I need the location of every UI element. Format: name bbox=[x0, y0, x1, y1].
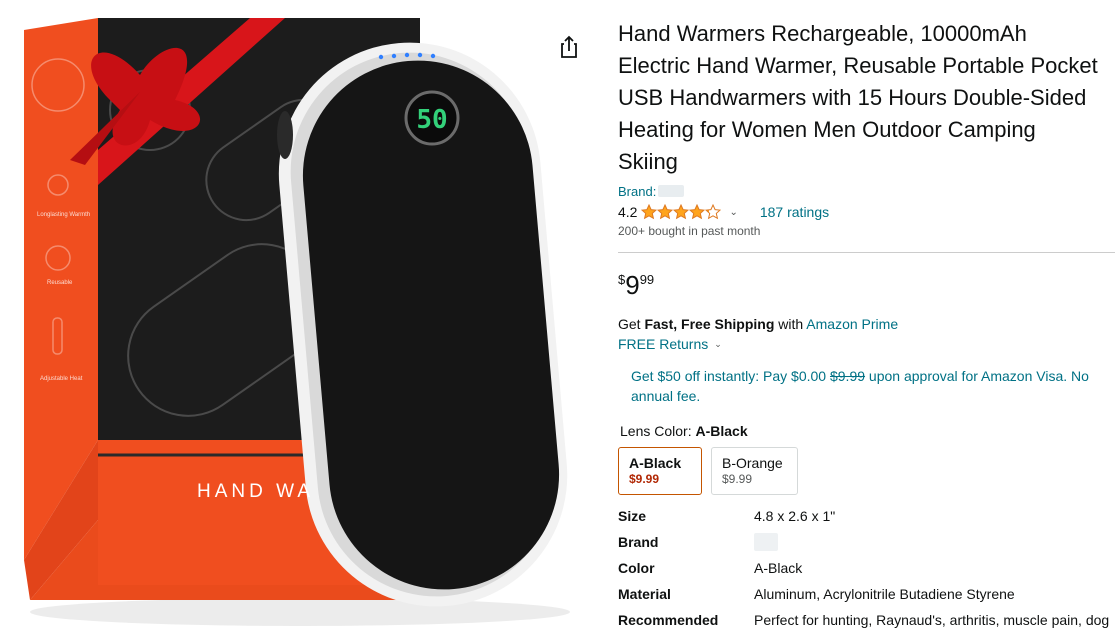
shipping-bold: Fast, Free Shipping bbox=[644, 316, 775, 332]
shipping-info: Get Fast, Free Shipping with Amazon Prim… bbox=[618, 314, 1115, 334]
box-feature-3: Adjustable Heat bbox=[40, 376, 83, 382]
brand-value-redacted bbox=[754, 533, 778, 552]
variation-label: Lens Color: A-Black bbox=[620, 423, 1115, 443]
product-main-image[interactable]: 50 HAND WA Longlasting Warmth Reusable A… bbox=[0, 0, 600, 633]
box-feature-1: Longlasting Warmth bbox=[37, 212, 90, 218]
spec-key: Color bbox=[618, 560, 655, 576]
star-icon bbox=[689, 204, 706, 220]
spec-value bbox=[754, 533, 778, 552]
product-title: Hand Warmers Rechargeable, 10000mAh Elec… bbox=[618, 21, 1098, 174]
product-info: Hand Warmers Rechargeable, 10000mAh Elec… bbox=[618, 18, 1115, 633]
bought-past-month: 200+ bought in past month bbox=[618, 224, 761, 238]
spec-value: Aluminum, Acrylonitrile Butadiene Styren… bbox=[754, 586, 1015, 602]
brand-label: Brand: bbox=[618, 183, 657, 199]
rating-row: 4.2 ⌄ 187 ratings bbox=[618, 201, 1115, 223]
star-icon bbox=[657, 204, 674, 220]
box-brand-text: HAND WA bbox=[197, 481, 314, 502]
star-icon bbox=[641, 204, 658, 220]
chevron-down-icon[interactable]: ⌄ bbox=[729, 207, 737, 218]
chevron-down-icon: ⌄ bbox=[714, 338, 722, 349]
brand-name-redacted bbox=[658, 185, 685, 197]
swatch-b-orange[interactable]: B-Orange $9.99 bbox=[711, 447, 798, 495]
spec-row: Brand bbox=[618, 529, 1115, 555]
brand-link[interactable]: Brand: bbox=[618, 182, 1115, 200]
star-icon bbox=[673, 204, 690, 220]
swatch-name: A-Black bbox=[629, 455, 682, 471]
free-returns-link[interactable]: FREE Returns ⌄ bbox=[618, 334, 1115, 354]
promo-struck-price: $9.99 bbox=[829, 368, 866, 384]
spec-key: Size bbox=[618, 508, 647, 524]
variation-swatches: A-Black $9.99 B-Orange $9.99 bbox=[618, 447, 1115, 495]
price: $ 9 99 bbox=[618, 272, 1115, 300]
share-icon[interactable] bbox=[556, 34, 582, 60]
price-whole: 9 bbox=[625, 270, 640, 300]
display-number: 50 bbox=[416, 105, 447, 135]
shipping-middle: with bbox=[778, 316, 804, 332]
box-feature-2: Reusable bbox=[47, 280, 73, 286]
promo-part1: Get $50 off instantly: Pay $0.00 bbox=[631, 368, 827, 384]
ratings-count-link[interactable]: 187 ratings bbox=[760, 204, 829, 220]
product-photo: 50 HAND WA Longlasting Warmth Reusable A… bbox=[24, 18, 570, 626]
spec-value: 4.8 x 2.6 x 1" bbox=[754, 508, 836, 524]
visa-promo-link[interactable]: Get $50 off instantly: Pay $0.00 $9.99 u… bbox=[631, 366, 1111, 406]
divider bbox=[618, 252, 1115, 253]
returns-label: FREE Returns bbox=[618, 336, 709, 352]
product-specs: Size 4.8 x 2.6 x 1" Brand Color A-Black … bbox=[618, 503, 1115, 633]
swatch-a-black[interactable]: A-Black $9.99 bbox=[618, 447, 702, 495]
star-rating-icon[interactable] bbox=[641, 204, 722, 220]
price-fraction: 99 bbox=[639, 272, 655, 287]
variation-label-text: Lens Color: bbox=[620, 423, 692, 439]
spec-key: Material bbox=[618, 586, 671, 602]
spec-value: Perfect for hunting, Raynaud's, arthriti… bbox=[754, 612, 1110, 633]
spec-key: Recommended Uses For Product bbox=[618, 612, 735, 633]
price-symbol: $ bbox=[618, 272, 626, 287]
swatch-price: $9.99 bbox=[722, 472, 753, 486]
spec-key: Brand bbox=[618, 534, 659, 550]
shipping-prefix: Get bbox=[618, 316, 641, 332]
spec-value: A-Black bbox=[754, 560, 803, 576]
star-icon bbox=[705, 204, 722, 220]
spec-row: Size 4.8 x 2.6 x 1" bbox=[618, 503, 1115, 529]
swatch-price: $9.99 bbox=[629, 472, 660, 486]
variation-selected: A-Black bbox=[695, 423, 748, 439]
swatch-name: B-Orange bbox=[722, 455, 783, 471]
spec-row: Color A-Black bbox=[618, 555, 1115, 581]
spec-row: Material Aluminum, Acrylonitrile Butadie… bbox=[618, 581, 1115, 607]
prime-link[interactable]: Amazon Prime bbox=[806, 316, 898, 332]
rating-value: 4.2 bbox=[618, 204, 638, 220]
spec-row: Recommended Uses For Product Perfect for… bbox=[618, 607, 1115, 633]
